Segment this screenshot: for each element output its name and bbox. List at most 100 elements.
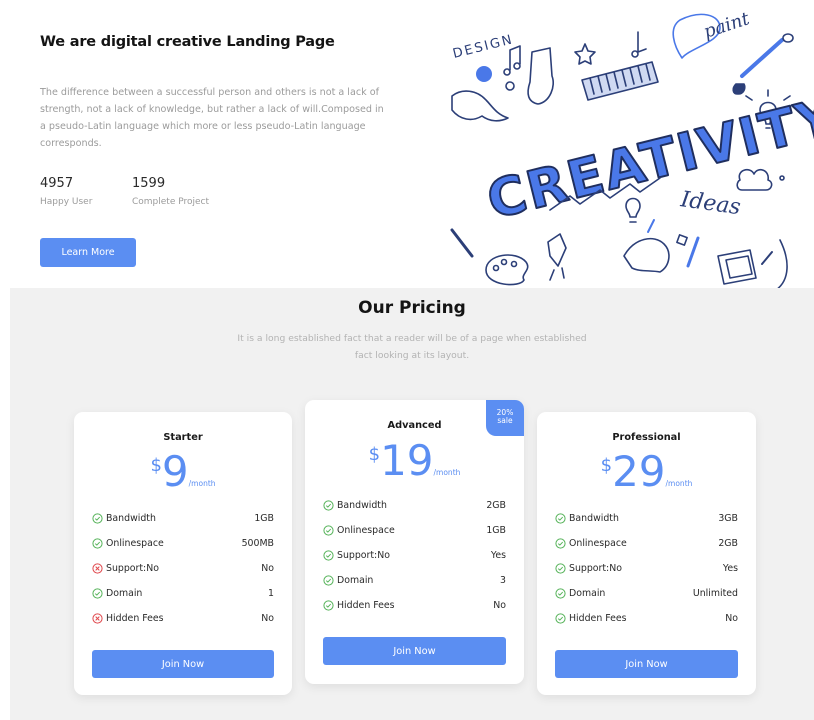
feature-name: Hidden Fees	[337, 600, 395, 611]
check-circle-icon	[92, 588, 103, 599]
price-amount: 19	[380, 436, 434, 485]
feature-value: No	[493, 600, 506, 611]
ideas-word: Ideas	[678, 187, 742, 220]
feature-hidden-fees: Hidden Fees No	[555, 606, 738, 631]
stat-label: Happy User	[40, 197, 93, 207]
stat-value: 1599	[132, 176, 166, 191]
check-circle-icon	[555, 513, 566, 524]
hero-title: We are digital creative Landing Page	[40, 34, 335, 50]
feature-support: Support:No Yes	[555, 556, 738, 581]
creativity-illustration: DESIGN paint CREATIVITY Ideas	[450, 8, 814, 290]
x-circle-icon	[92, 613, 103, 624]
creativity-word: CREATIVITY	[481, 87, 814, 232]
feature-value: Unlimited	[692, 588, 738, 599]
feature-domain: Domain 3	[323, 568, 506, 593]
feature-bandwidth: Bandwidth 2GB	[323, 493, 506, 518]
feature-name: Onlinespace	[106, 538, 164, 549]
currency-symbol: $	[600, 455, 613, 476]
feature-domain: Domain 1	[92, 581, 274, 606]
pricing-section: Our Pricing It is a long established fac…	[10, 288, 814, 720]
feature-value: No	[261, 563, 274, 574]
check-circle-icon	[323, 500, 334, 511]
check-circle-icon	[323, 525, 334, 536]
feature-value: 3	[500, 575, 506, 586]
feature-value: Yes	[490, 550, 506, 561]
plan-name: Advanced	[387, 420, 442, 431]
check-circle-icon	[555, 588, 566, 599]
feature-value: Yes	[722, 563, 738, 574]
feature-list: Bandwidth 1GB Onlinespace 500MB Support:…	[92, 506, 274, 631]
x-circle-icon	[92, 563, 103, 574]
feature-bandwidth: Bandwidth 1GB	[92, 506, 274, 531]
feature-list: Bandwidth 3GB Onlinespace 2GB Support:No…	[555, 506, 738, 631]
pricing-title: Our Pricing	[358, 298, 466, 318]
plan-price: $29/month	[537, 451, 756, 493]
feature-name: Hidden Fees	[569, 613, 627, 624]
check-circle-icon	[555, 538, 566, 549]
feature-value: 2GB	[718, 538, 738, 549]
feature-domain: Domain Unlimited	[555, 581, 738, 606]
price-period: /month	[188, 479, 216, 488]
pricing-card-starter: Starter $9/month Bandwidth 1GB Onlinespa…	[74, 412, 292, 695]
design-word: DESIGN	[451, 32, 515, 62]
check-circle-icon	[92, 538, 103, 549]
currency-symbol: $	[150, 455, 162, 476]
stat-label: Complete Project	[132, 197, 210, 207]
paint-word: paint	[701, 8, 753, 43]
check-circle-icon	[323, 600, 334, 611]
feature-onlinespace: Onlinespace 1GB	[323, 518, 506, 543]
feature-support: Support:No No	[92, 556, 274, 581]
feature-value: No	[725, 613, 738, 624]
feature-name: Bandwidth	[106, 513, 156, 524]
pricing-subtitle: It is a long established fact that a rea…	[237, 333, 587, 361]
feature-value: No	[261, 613, 274, 624]
price-amount: 29	[612, 447, 666, 496]
feature-bandwidth: Bandwidth 3GB	[555, 506, 738, 531]
check-circle-icon	[555, 563, 566, 574]
join-now-button[interactable]: Join Now	[92, 650, 274, 678]
stat-happy-user: 4957 Happy User	[40, 176, 92, 207]
feature-name: Domain	[106, 588, 143, 599]
plan-name: Professional	[612, 432, 681, 443]
stat-complete-project: 1599 Complete Project	[132, 176, 209, 207]
feature-value: 3GB	[718, 513, 738, 524]
currency-symbol: $	[368, 444, 381, 465]
feature-list: Bandwidth 2GB Onlinespace 1GB Support:No…	[323, 493, 506, 618]
pricing-card-advanced: 20% sale Advanced $19/month Bandwidth 2G…	[305, 400, 524, 684]
feature-support: Support:No Yes	[323, 543, 506, 568]
stat-value: 4957	[40, 176, 74, 191]
plan-price: $19/month	[305, 440, 524, 482]
check-circle-icon	[323, 550, 334, 561]
feature-value: 1GB	[486, 525, 506, 536]
feature-name: Support:No	[106, 563, 159, 574]
pricing-card-professional: Professional $29/month Bandwidth 3GB Onl…	[537, 412, 756, 695]
hero-description: The difference between a successful pers…	[40, 87, 384, 149]
feature-value: 500MB	[241, 538, 274, 549]
feature-value: 1GB	[254, 513, 274, 524]
join-now-button[interactable]: Join Now	[555, 650, 738, 678]
feature-name: Hidden Fees	[106, 613, 164, 624]
feature-name: Onlinespace	[569, 538, 627, 549]
check-circle-icon	[323, 575, 334, 586]
feature-value: 2GB	[486, 500, 506, 511]
feature-name: Domain	[569, 588, 606, 599]
price-amount: 9	[161, 447, 189, 496]
feature-name: Bandwidth	[569, 513, 619, 524]
feature-name: Bandwidth	[337, 500, 387, 511]
feature-name: Support:No	[569, 563, 622, 574]
feature-name: Support:No	[337, 550, 390, 561]
join-now-button[interactable]: Join Now	[323, 637, 506, 665]
learn-more-button[interactable]: Learn More	[40, 238, 136, 267]
check-circle-icon	[555, 613, 566, 624]
plan-name: Starter	[163, 432, 203, 443]
feature-hidden-fees: Hidden Fees No	[323, 593, 506, 618]
check-circle-icon	[92, 513, 103, 524]
plan-price: $9/month	[74, 451, 292, 493]
price-period: /month	[433, 468, 461, 477]
feature-onlinespace: Onlinespace 500MB	[92, 531, 274, 556]
feature-name: Domain	[337, 575, 374, 586]
feature-onlinespace: Onlinespace 2GB	[555, 531, 738, 556]
feature-name: Onlinespace	[337, 525, 395, 536]
price-period: /month	[665, 479, 693, 488]
hero-section: We are digital creative Landing Page The…	[0, 0, 814, 290]
